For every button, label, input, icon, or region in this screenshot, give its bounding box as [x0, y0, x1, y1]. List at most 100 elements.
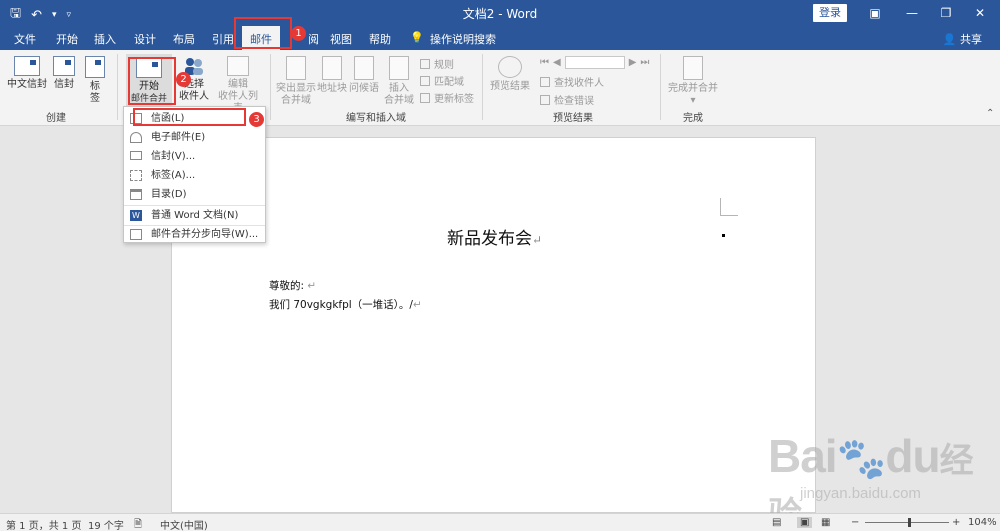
zoom-slider[interactable]: [865, 522, 949, 523]
tab-design[interactable]: 设计: [134, 31, 156, 47]
chinese-envelope-button[interactable]: 中文信封: [6, 56, 48, 91]
finish-merge-icon: [683, 56, 703, 80]
group-separator: [270, 54, 271, 120]
page-count[interactable]: 第 1 页，共 1 页: [6, 517, 81, 531]
previous-record-icon[interactable]: ◀: [553, 57, 561, 68]
next-record-icon[interactable]: ▶: [629, 57, 637, 68]
directory-icon: [130, 189, 142, 200]
zoom-level[interactable]: 104%: [968, 517, 997, 528]
status-bar: 第 1 页，共 1 页 19 个字 🗎 中文(中国) ▤ ▣ ▦ − + 104…: [0, 513, 1000, 531]
word-icon: W: [130, 210, 142, 221]
first-record-icon[interactable]: ⏮: [540, 57, 549, 68]
record-navigation: ⏮ ◀ ▶ ⏭: [540, 56, 649, 69]
rules-icon: [420, 58, 430, 69]
step-badge-2: 2: [176, 72, 191, 87]
edit-list-icon: [227, 56, 249, 76]
labels-button[interactable]: 标 签: [82, 56, 108, 105]
margin-corner-top-right: [720, 198, 738, 216]
envelope-icon: [130, 151, 142, 160]
finish-and-merge-button[interactable]: 完成并合并 ▾: [666, 56, 720, 107]
tab-home[interactable]: 开始: [56, 31, 78, 47]
group-separator: [482, 54, 483, 120]
record-number-input[interactable]: [564, 56, 625, 69]
labels-icon: [130, 170, 142, 181]
match-fields-button[interactable]: 匹配域: [420, 73, 464, 88]
share-button[interactable]: 👤 共享: [943, 31, 982, 47]
document-title: 文档2 - Word: [462, 7, 538, 21]
envelope-icon: [53, 56, 75, 76]
rules-button[interactable]: 规则: [420, 56, 454, 71]
tab-help[interactable]: 帮助: [369, 31, 391, 47]
login-button[interactable]: 登录: [813, 4, 847, 22]
preview-icon: [498, 56, 522, 78]
paw-icon: 🐾: [836, 437, 887, 481]
tab-view[interactable]: 视图: [330, 31, 352, 47]
print-layout-icon[interactable]: ▣: [797, 517, 813, 528]
last-record-icon[interactable]: ⏭: [640, 57, 649, 68]
highlight-letters-item: [133, 108, 246, 126]
zoom-out-icon[interactable]: −: [851, 517, 859, 528]
envelopes-button[interactable]: 信封: [50, 56, 78, 91]
menu-item-directory[interactable]: 目录(D): [124, 185, 265, 204]
web-layout-icon[interactable]: ▦: [821, 517, 830, 528]
greeting-icon: [354, 56, 374, 80]
group-create-label: 创建: [46, 113, 66, 124]
step-badge-1: 1: [291, 26, 306, 41]
lightbulb-icon: 💡: [410, 31, 424, 44]
address-block-button[interactable]: 地址块: [316, 56, 348, 95]
check-errors-button[interactable]: 检查错误: [540, 92, 594, 107]
menu-item-envelopes[interactable]: 信封(V)...: [124, 147, 265, 166]
email-icon: [130, 132, 142, 143]
insert-field-icon: [389, 56, 409, 80]
title-bar: 🖫 ↶ ▾ ▿ 文档2 - Word 登录 ▣ — ❐ ✕: [0, 0, 1000, 26]
menu-item-mail-merge-wizard[interactable]: 邮件合并分步向导(W)...: [124, 225, 265, 244]
wizard-icon: [130, 229, 142, 240]
proofing-icon[interactable]: 🗎: [134, 517, 142, 531]
minimize-icon[interactable]: —: [902, 3, 922, 23]
tab-file[interactable]: 文件: [14, 31, 36, 47]
greeting-line-button[interactable]: 问候语: [348, 56, 380, 95]
tab-review[interactable]: 阅: [308, 31, 319, 47]
collapse-ribbon-icon[interactable]: ⌃: [986, 108, 994, 119]
zoom-slider-thumb[interactable]: [908, 518, 911, 527]
find-icon: [540, 76, 550, 87]
envelope-icon: [14, 56, 40, 76]
ribbon-display-options-icon[interactable]: ▣: [865, 3, 885, 23]
document-salutation: 尊敬的: ↵: [269, 280, 317, 292]
check-errors-icon: [540, 94, 550, 105]
document-heading: 新品发布会↵: [446, 229, 543, 249]
group-separator: [117, 54, 118, 120]
group-finish-label: 完成: [683, 113, 703, 124]
tab-insert[interactable]: 插入: [94, 31, 116, 47]
read-mode-icon[interactable]: ▤: [772, 517, 781, 528]
find-recipient-button[interactable]: 查找收件人: [540, 74, 604, 89]
highlight-mailings-tab: [234, 17, 292, 49]
group-separator: [660, 54, 661, 120]
document-page[interactable]: 新品发布会↵ 尊敬的: ↵ 我们 70vgkgkfpl（一堆话）。/↵: [171, 137, 816, 513]
menu-item-email[interactable]: 电子邮件(E): [124, 128, 265, 147]
highlight-merge-fields-button[interactable]: 突出显示 合并域: [276, 56, 316, 107]
highlight-start-mail-merge: [128, 57, 176, 105]
restore-icon[interactable]: ❐: [936, 3, 956, 23]
word-count[interactable]: 19 个字: [88, 517, 124, 531]
start-mail-merge-menu: 信函(L) 电子邮件(E) 信封(V)... 标签(A)... 目录(D) W普…: [123, 106, 266, 243]
tab-references[interactable]: 引用: [212, 31, 234, 47]
group-preview-label: 预览结果: [553, 113, 593, 124]
menu-item-normal-word-document[interactable]: W 普通 Word 文档(N): [124, 206, 265, 225]
menu-item-labels[interactable]: 标签(A)...: [124, 166, 265, 185]
language-indicator[interactable]: 中文(中国): [160, 517, 208, 531]
close-icon[interactable]: ✕: [970, 3, 990, 23]
tell-me-search[interactable]: 操作说明搜索: [430, 31, 496, 47]
address-block-icon: [322, 56, 342, 80]
update-labels-button[interactable]: 更新标签: [420, 90, 474, 105]
ribbon-tabs: 文件 开始 插入 设计 布局 引用 邮件 阅 视图 帮助 💡 操作说明搜索 👤 …: [0, 26, 1000, 50]
zoom-in-icon[interactable]: +: [952, 517, 960, 528]
labels-icon: [85, 56, 105, 78]
preview-results-button[interactable]: 预览结果: [488, 56, 532, 93]
document-body: 我们 70vgkgkfpl（一堆话）。/↵: [269, 299, 422, 311]
step-badge-3: 3: [249, 112, 264, 127]
highlight-icon: [286, 56, 306, 80]
insert-merge-field-button[interactable]: 插入 合并域: [382, 56, 416, 107]
watermark-url: jingyan.baidu.com: [800, 485, 921, 502]
tab-layout[interactable]: 布局: [173, 31, 195, 47]
